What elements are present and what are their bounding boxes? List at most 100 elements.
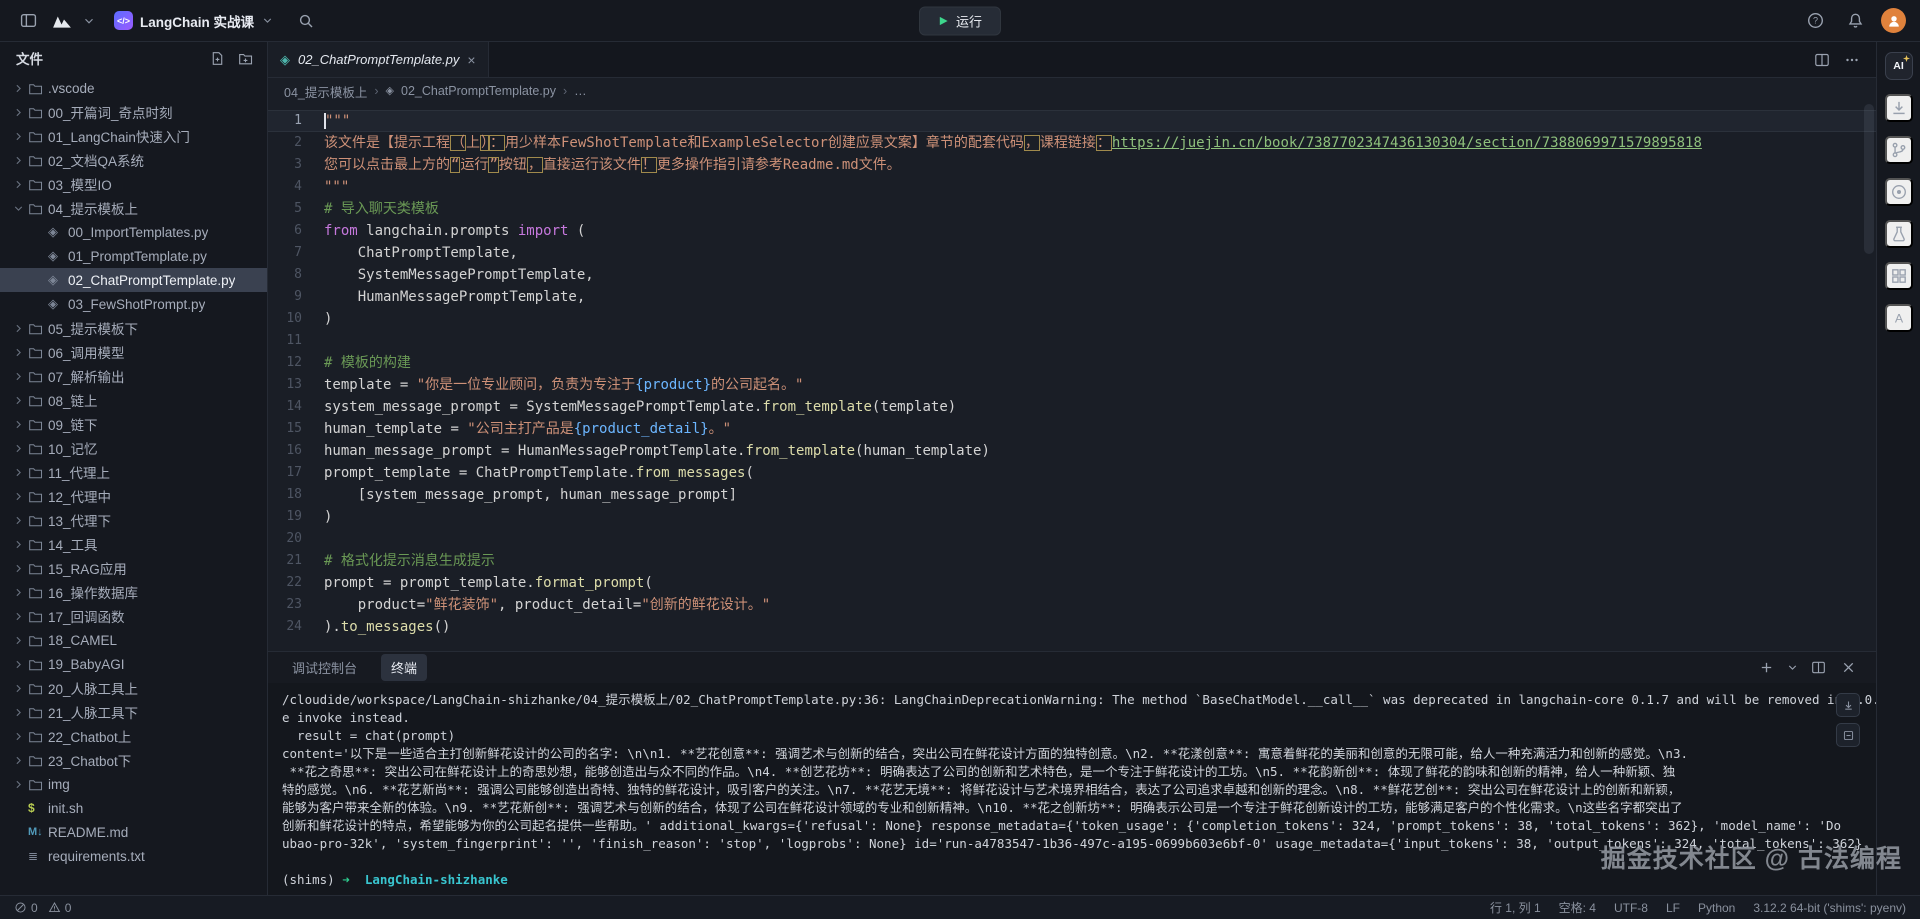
close-panel-icon[interactable] [1834,654,1862,682]
code-line[interactable]: 5# 导入聊天类模板 [268,198,1876,220]
tree-item-folder[interactable]: 20_人脉工具上 [0,676,267,700]
terminal-settings-icon[interactable] [1836,723,1860,747]
code-line[interactable]: 9 HumanMessagePromptTemplate, [268,286,1876,308]
tree-item-folder[interactable]: 06_调用模型 [0,340,267,364]
tree-item-folder[interactable]: 16_操作数据库 [0,580,267,604]
tree-item-file[interactable]: ◈02_ChatPromptTemplate.py [0,268,267,292]
tree-item-folder[interactable]: 13_代理下 [0,508,267,532]
code-line[interactable]: 7 ChatPromptTemplate, [268,242,1876,264]
code-line[interactable]: 18 [system_message_prompt, human_message… [268,484,1876,506]
scroll-lock-icon[interactable] [1836,693,1860,717]
tree-item-file[interactable]: ≣requirements.txt [0,844,267,868]
target-icon[interactable] [1885,178,1913,206]
tree-item-folder[interactable]: 21_人脉工具下 [0,700,267,724]
tree-item-folder[interactable]: .vscode [0,76,267,100]
user-avatar[interactable] [1881,8,1906,33]
course-link[interactable]: https://juejin.cn/book/73877023474361303… [1112,135,1702,151]
code-line[interactable]: 20 [268,528,1876,550]
tree-item-folder[interactable]: 11_代理上 [0,460,267,484]
breadcrumb-more[interactable]: … [574,84,587,98]
git-branch-icon[interactable] [1885,136,1913,164]
code-line[interactable]: 15human_template = "公司主打产品是{product_deta… [268,418,1876,440]
workspace-switcher[interactable]: </> LangChain 实战课 [106,8,282,34]
tree-item-file[interactable]: ◈00_ImportTemplates.py [0,220,267,244]
split-editor-icon[interactable] [1808,46,1836,74]
tree-item-folder[interactable]: 10_记忆 [0,436,267,460]
breadcrumb-folder[interactable]: 04_提示模板上 [284,82,367,101]
new-folder-icon[interactable] [233,46,257,70]
breadcrumb-file[interactable]: 02_ChatPromptTemplate.py [401,84,556,98]
code-line[interactable]: 6from langchain.prompts import ( [268,220,1876,242]
code-line[interactable]: 2该文件是【提示工程（上）：用少样本FewShotTemplate和Exampl… [268,132,1876,154]
tree-item-folder[interactable]: 07_解析输出 [0,364,267,388]
tree-item-folder[interactable]: 17_回调函数 [0,604,267,628]
help-icon[interactable]: ? [1801,7,1829,35]
grid-apps-icon[interactable] [1885,262,1913,290]
warnings-indicator[interactable]: 0 [48,901,72,915]
status-item[interactable]: LF [1666,901,1680,915]
code-line[interactable]: 11 [268,330,1876,352]
sidebar-toggle-icon[interactable] [14,7,42,35]
code-line[interactable]: 21# 格式化提示消息生成提示 [268,550,1876,572]
tree-item-folder[interactable]: 03_模型IO [0,172,267,196]
status-item[interactable]: 空格: 4 [1559,899,1596,916]
tree-item-file[interactable]: ◈03_FewShotPrompt.py [0,292,267,316]
search-icon[interactable] [292,7,320,35]
tree-item-folder[interactable]: 05_提示模板下 [0,316,267,340]
close-tab-icon[interactable]: × [467,53,475,67]
flask-icon[interactable] [1885,220,1913,248]
terminal-dropdown-icon[interactable] [1782,654,1802,682]
tree-item-folder[interactable]: 22_Chatbot上 [0,724,267,748]
status-item[interactable]: 行 1, 列 1 [1490,899,1541,916]
more-actions-icon[interactable] [1838,46,1866,74]
tree-item-folder[interactable]: 08_链上 [0,388,267,412]
tab-terminal[interactable]: 终端 [381,654,427,681]
tree-item-folder[interactable]: 09_链下 [0,412,267,436]
font-size-icon[interactable]: A [1885,304,1913,332]
chevron-down-icon[interactable] [82,14,96,28]
code-line[interactable]: 19) [268,506,1876,528]
notifications-bell-icon[interactable] [1841,7,1869,35]
tree-item-folder[interactable]: 14_工具 [0,532,267,556]
code-line[interactable]: 14system_message_prompt = SystemMessageP… [268,396,1876,418]
code-line[interactable]: 4""" [268,176,1876,198]
code-line[interactable]: 24).to_messages() [268,616,1876,638]
tab-debug-console[interactable]: 调试控制台 [282,654,367,681]
code-line[interactable]: 23 product="鲜花装饰", product_detail="创新的鲜花… [268,594,1876,616]
tree-item-folder[interactable]: 23_Chatbot下 [0,748,267,772]
code-line[interactable]: 22prompt = prompt_template.format_prompt… [268,572,1876,594]
status-item[interactable]: UTF-8 [1614,901,1648,915]
new-terminal-icon[interactable] [1752,654,1780,682]
tree-item-file[interactable]: $init.sh [0,796,267,820]
code-line[interactable]: 3您可以点击最上方的“运行”按钮，直接运行该文件！更多操作指引请参考Readme… [268,154,1876,176]
code-line[interactable]: 12# 模板的构建 [268,352,1876,374]
tree-item-file[interactable]: M↓README.md [0,820,267,844]
editor-scrollbar[interactable] [1864,104,1874,254]
tree-item-file[interactable]: ◈01_PromptTemplate.py [0,244,267,268]
tree-item-folder[interactable]: 01_LangChain快速入门 [0,124,267,148]
code-line[interactable]: 13template = "你是一位专业顾问，负责为专注于{product}的公… [268,374,1876,396]
editor-tab[interactable]: ◈ 02_ChatPromptTemplate.py × [268,42,489,77]
tree-item-folder[interactable]: img [0,772,267,796]
tree-item-folder[interactable]: 04_提示模板上 [0,196,267,220]
code-line[interactable]: 10) [268,308,1876,330]
code-line[interactable]: 8 SystemMessagePromptTemplate, [268,264,1876,286]
tree-item-folder[interactable]: 00_开篇词_奇点时刻 [0,100,267,124]
terminal[interactable]: /cloudide/workspace/LangChain-shizhanke/… [268,683,1876,895]
code-line[interactable]: 17prompt_template = ChatPromptTemplate.f… [268,462,1876,484]
status-item[interactable]: Python [1698,901,1735,915]
run-button[interactable]: 运行 [919,6,1001,35]
tree-item-folder[interactable]: 15_RAG应用 [0,556,267,580]
new-file-icon[interactable] [205,46,229,70]
tree-item-folder[interactable]: 18_CAMEL [0,628,267,652]
errors-indicator[interactable]: 0 [14,901,38,915]
code-line[interactable]: 16human_message_prompt = HumanMessagePro… [268,440,1876,462]
ai-assistant-button[interactable]: AI [1885,52,1913,80]
tree-item-folder[interactable]: 12_代理中 [0,484,267,508]
tree-item-folder[interactable]: 02_文档QA系统 [0,148,267,172]
code-line[interactable]: 1""" [268,110,1876,132]
split-panel-icon[interactable] [1804,654,1832,682]
extension-download-icon[interactable] [1885,94,1913,122]
status-item[interactable]: 3.12.2 64-bit ('shims': pyenv) [1753,901,1906,915]
tree-item-folder[interactable]: 19_BabyAGI [0,652,267,676]
